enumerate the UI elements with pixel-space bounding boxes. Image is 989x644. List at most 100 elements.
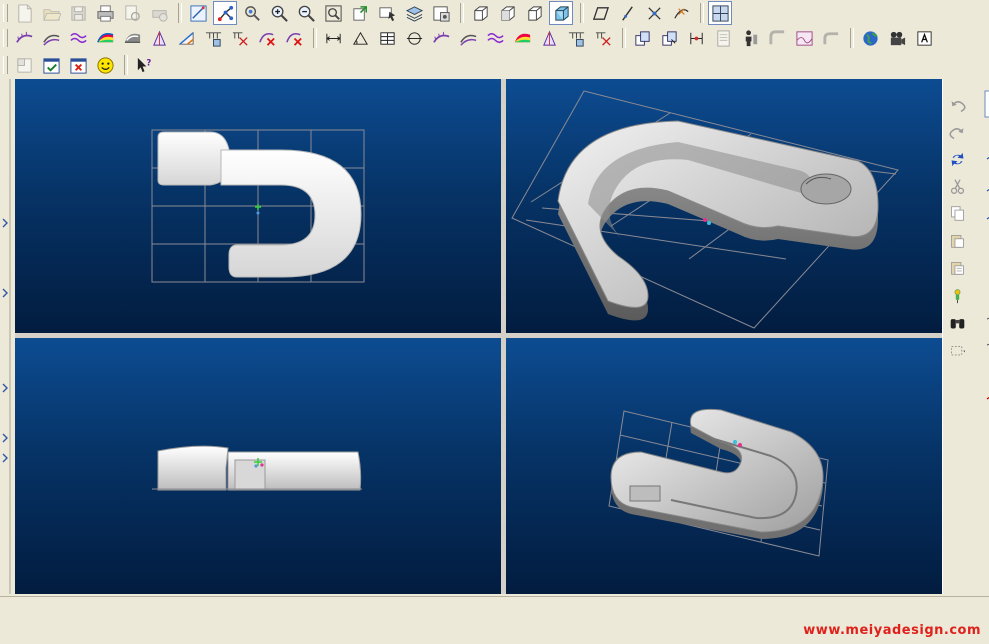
- mapping-icon[interactable]: [174, 26, 198, 50]
- table-icon[interactable]: [375, 26, 399, 50]
- render-icon[interactable]: [792, 26, 816, 50]
- angle-icon[interactable]: [348, 26, 372, 50]
- curve-point-icon[interactable]: [669, 1, 693, 25]
- toolbar-separator: [700, 3, 704, 23]
- cut-icon[interactable]: [947, 176, 967, 196]
- zebra-2-icon[interactable]: [510, 26, 534, 50]
- draft-icon[interactable]: [147, 26, 171, 50]
- constraint-2-icon[interactable]: [657, 26, 681, 50]
- toolbar-separator: [622, 28, 626, 48]
- window-icon[interactable]: [12, 53, 36, 77]
- curve-analysis-2-icon[interactable]: [429, 26, 453, 50]
- draft-2-icon[interactable]: [537, 26, 561, 50]
- section-icon[interactable]: [402, 26, 426, 50]
- print-preview-icon[interactable]: [120, 1, 144, 25]
- wave-icon[interactable]: [66, 26, 90, 50]
- left-dock-strip[interactable]: [0, 79, 14, 594]
- pipe-2-icon[interactable]: [819, 26, 843, 50]
- wave-2-icon[interactable]: [483, 26, 507, 50]
- part-top-view: [157, 131, 362, 278]
- undo-icon[interactable]: [947, 95, 967, 115]
- constraint-3-icon[interactable]: [684, 26, 708, 50]
- curve-analysis-icon[interactable]: [12, 26, 36, 50]
- right-edit-toolbar: [942, 79, 989, 594]
- open-icon[interactable]: [39, 1, 63, 25]
- screenshot-icon[interactable]: [429, 1, 453, 25]
- part-front-view: [157, 445, 362, 491]
- viewport-front-view[interactable]: [15, 338, 501, 594]
- plane-icon[interactable]: [588, 1, 612, 25]
- iso-view-icon[interactable]: [468, 1, 492, 25]
- toolbar-row-2: [0, 25, 939, 51]
- measure-icon[interactable]: [240, 1, 264, 25]
- viewport-isometric[interactable]: [506, 79, 942, 333]
- viewport-top-view[interactable]: [15, 79, 501, 333]
- part-perspective: [610, 408, 824, 539]
- save-icon[interactable]: [66, 1, 90, 25]
- zoom-out-icon[interactable]: [294, 1, 318, 25]
- watermark-text: www.meiyadesign.com: [803, 623, 981, 638]
- toolbar-separator: [124, 55, 128, 75]
- smiley-icon[interactable]: [93, 53, 117, 77]
- redo-icon[interactable]: [947, 122, 967, 142]
- front-view-icon[interactable]: [495, 1, 519, 25]
- point-icon[interactable]: [642, 1, 666, 25]
- checkbox-icon[interactable]: [39, 53, 63, 77]
- trim-2-icon[interactable]: [591, 26, 615, 50]
- text-icon[interactable]: [912, 26, 936, 50]
- part-isometric: [557, 120, 879, 321]
- fit-icon[interactable]: [348, 1, 372, 25]
- surface-analysis-2-icon[interactable]: [456, 26, 480, 50]
- status-bar: www.meiyadesign.com: [0, 596, 989, 644]
- tree-icon[interactable]: [213, 1, 237, 25]
- paste-special-icon[interactable]: [947, 257, 967, 277]
- print-setup-icon[interactable]: [147, 1, 171, 25]
- sheet-icon[interactable]: [711, 26, 735, 50]
- new-icon[interactable]: [12, 1, 36, 25]
- help-pointer-icon[interactable]: ?: [132, 53, 156, 77]
- shade-icon[interactable]: [120, 26, 144, 50]
- person-icon[interactable]: [738, 26, 762, 50]
- zoom-in-icon[interactable]: [267, 1, 291, 25]
- svg-text:?: ?: [146, 58, 151, 68]
- paste-icon[interactable]: [947, 230, 967, 250]
- distance-icon[interactable]: [321, 26, 345, 50]
- toolbar-separator: [313, 28, 317, 48]
- select-box-icon[interactable]: [947, 341, 967, 361]
- close-box-icon[interactable]: [66, 53, 90, 77]
- axis-icon[interactable]: [615, 1, 639, 25]
- toolbar-separator: [178, 3, 182, 23]
- toolbar-separator: [850, 28, 854, 48]
- delete-curve-icon[interactable]: [255, 26, 279, 50]
- copy-icon[interactable]: [947, 203, 967, 223]
- refresh-icon[interactable]: [947, 149, 967, 169]
- pipe-icon[interactable]: [765, 26, 789, 50]
- camera-icon[interactable]: [885, 26, 909, 50]
- toolbar-row-3: ?: [0, 52, 159, 78]
- toolbar-grip[interactable]: [3, 4, 8, 22]
- sketch-icon[interactable]: [186, 1, 210, 25]
- globe-icon[interactable]: [858, 26, 882, 50]
- toolbar-separator: [460, 3, 464, 23]
- dimension-icon[interactable]: [201, 26, 225, 50]
- zebra-icon[interactable]: [93, 26, 117, 50]
- grid-icon[interactable]: [708, 1, 732, 25]
- light-icon[interactable]: [947, 285, 967, 305]
- layers-icon[interactable]: [402, 1, 426, 25]
- shaded-box-icon[interactable]: [549, 1, 573, 25]
- surface-analysis-icon[interactable]: [39, 26, 63, 50]
- select-icon[interactable]: [375, 1, 399, 25]
- toolbar-grip[interactable]: [3, 56, 8, 74]
- trim-icon[interactable]: [228, 26, 252, 50]
- delete-surface-icon[interactable]: [282, 26, 306, 50]
- print-icon[interactable]: [93, 1, 117, 25]
- side-view-icon[interactable]: [522, 1, 546, 25]
- viewport-area: [15, 79, 942, 594]
- viewport-perspective[interactable]: [506, 338, 942, 594]
- binoculars-icon[interactable]: [947, 312, 967, 332]
- dimension-2-icon[interactable]: [564, 26, 588, 50]
- toolbar-grip[interactable]: [3, 29, 8, 47]
- toolbar-separator: [580, 3, 584, 23]
- zoom-window-icon[interactable]: [321, 1, 345, 25]
- constraint-icon[interactable]: [630, 26, 654, 50]
